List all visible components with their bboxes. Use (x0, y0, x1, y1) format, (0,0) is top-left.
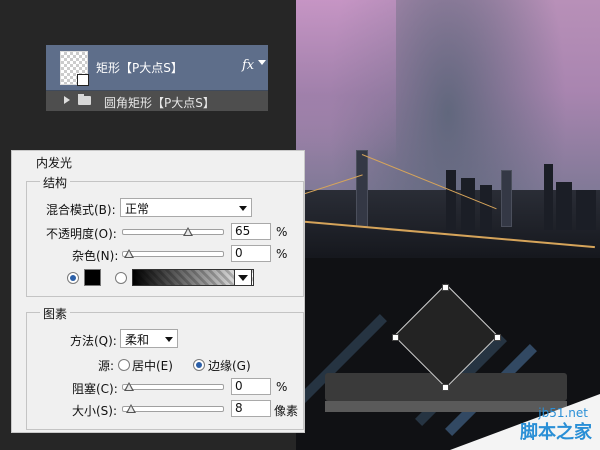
expand-arrow-icon[interactable] (64, 96, 70, 104)
fx-expand-icon[interactable] (258, 60, 266, 65)
source-center-label[interactable]: 居中(E) (132, 357, 173, 374)
choke-slider[interactable] (122, 384, 224, 390)
opacity-slider[interactable] (122, 229, 224, 235)
opacity-unit: % (276, 225, 288, 239)
size-slider[interactable] (122, 406, 224, 412)
transform-handle-bottom[interactable] (442, 384, 449, 391)
noise-slider-handle[interactable] (124, 249, 134, 258)
opacity-slider-handle[interactable] (183, 227, 193, 236)
transform-handle-top[interactable] (442, 284, 449, 291)
size-input[interactable]: 8 (231, 400, 271, 417)
inner-glow-dialog: 内发光 结构 混合模式(B): 正常 不透明度(O): 65 % 杂色(N): … (11, 150, 305, 433)
color-radio[interactable] (67, 272, 79, 284)
source-label: 源: (98, 359, 115, 373)
group-layer-name: 圆角矩形【P大点S】 (104, 96, 215, 110)
gradient-radio[interactable] (115, 272, 127, 284)
layer-row-shape[interactable]: 矩形【P大点S】 fx (46, 45, 268, 91)
opacity-input[interactable]: 65 (231, 223, 271, 240)
dialog-title: 内发光 (36, 156, 73, 170)
noise-slider[interactable] (122, 251, 224, 257)
technique-value: 柔和 (125, 333, 150, 347)
glow-color-swatch[interactable] (84, 269, 101, 286)
transform-handle-left[interactable] (392, 334, 399, 341)
layer-thumbnail (60, 51, 89, 86)
choke-unit: % (276, 380, 288, 394)
source-edge-label[interactable]: 边缘(G) (208, 357, 251, 374)
structure-title: 结构 (40, 174, 71, 191)
technique-select[interactable]: 柔和 (120, 329, 178, 348)
layers-panel: 矩形【P大点S】 fx 圆角矩形【P大点S】 (46, 45, 268, 111)
noise-input[interactable]: 0 (231, 245, 271, 262)
folder-icon (78, 94, 91, 105)
watermark-name: 脚本之家 (520, 422, 592, 443)
size-unit: 像素 (274, 404, 299, 418)
choke-input[interactable]: 0 (231, 378, 271, 395)
opacity-label: 不透明度(O): (46, 227, 117, 241)
canvas-image: jb51.net 脚本之家 (296, 0, 600, 450)
watermark: jb51.net 脚本之家 (450, 394, 600, 450)
blend-mode-label: 混合模式(B): (46, 203, 116, 217)
noise-label: 杂色(N): (72, 249, 119, 263)
technique-label: 方法(Q): (70, 334, 117, 348)
vector-mask-icon (77, 74, 89, 86)
source-edge-radio[interactable] (193, 359, 205, 371)
blend-mode-value: 正常 (125, 202, 150, 216)
choke-label: 阻塞(C): (72, 382, 118, 396)
source-center-radio[interactable] (118, 359, 130, 371)
size-label: 大小(S): (72, 404, 118, 418)
chevron-down-icon (165, 337, 173, 342)
chevron-down-icon (239, 206, 247, 211)
fx-icon[interactable]: fx (242, 58, 254, 73)
gradient-dropdown[interactable] (234, 269, 252, 286)
blend-mode-select[interactable]: 正常 (120, 198, 252, 217)
choke-slider-handle[interactable] (124, 382, 134, 391)
city-skyline (296, 150, 600, 260)
elements-title: 图素 (40, 305, 71, 322)
layer-row-group[interactable]: 圆角矩形【P大点S】 (46, 91, 268, 111)
layer-name: 矩形【P大点S】 (96, 61, 183, 75)
noise-unit: % (276, 247, 288, 261)
size-slider-handle[interactable] (126, 404, 136, 413)
transform-handle-right[interactable] (494, 334, 501, 341)
